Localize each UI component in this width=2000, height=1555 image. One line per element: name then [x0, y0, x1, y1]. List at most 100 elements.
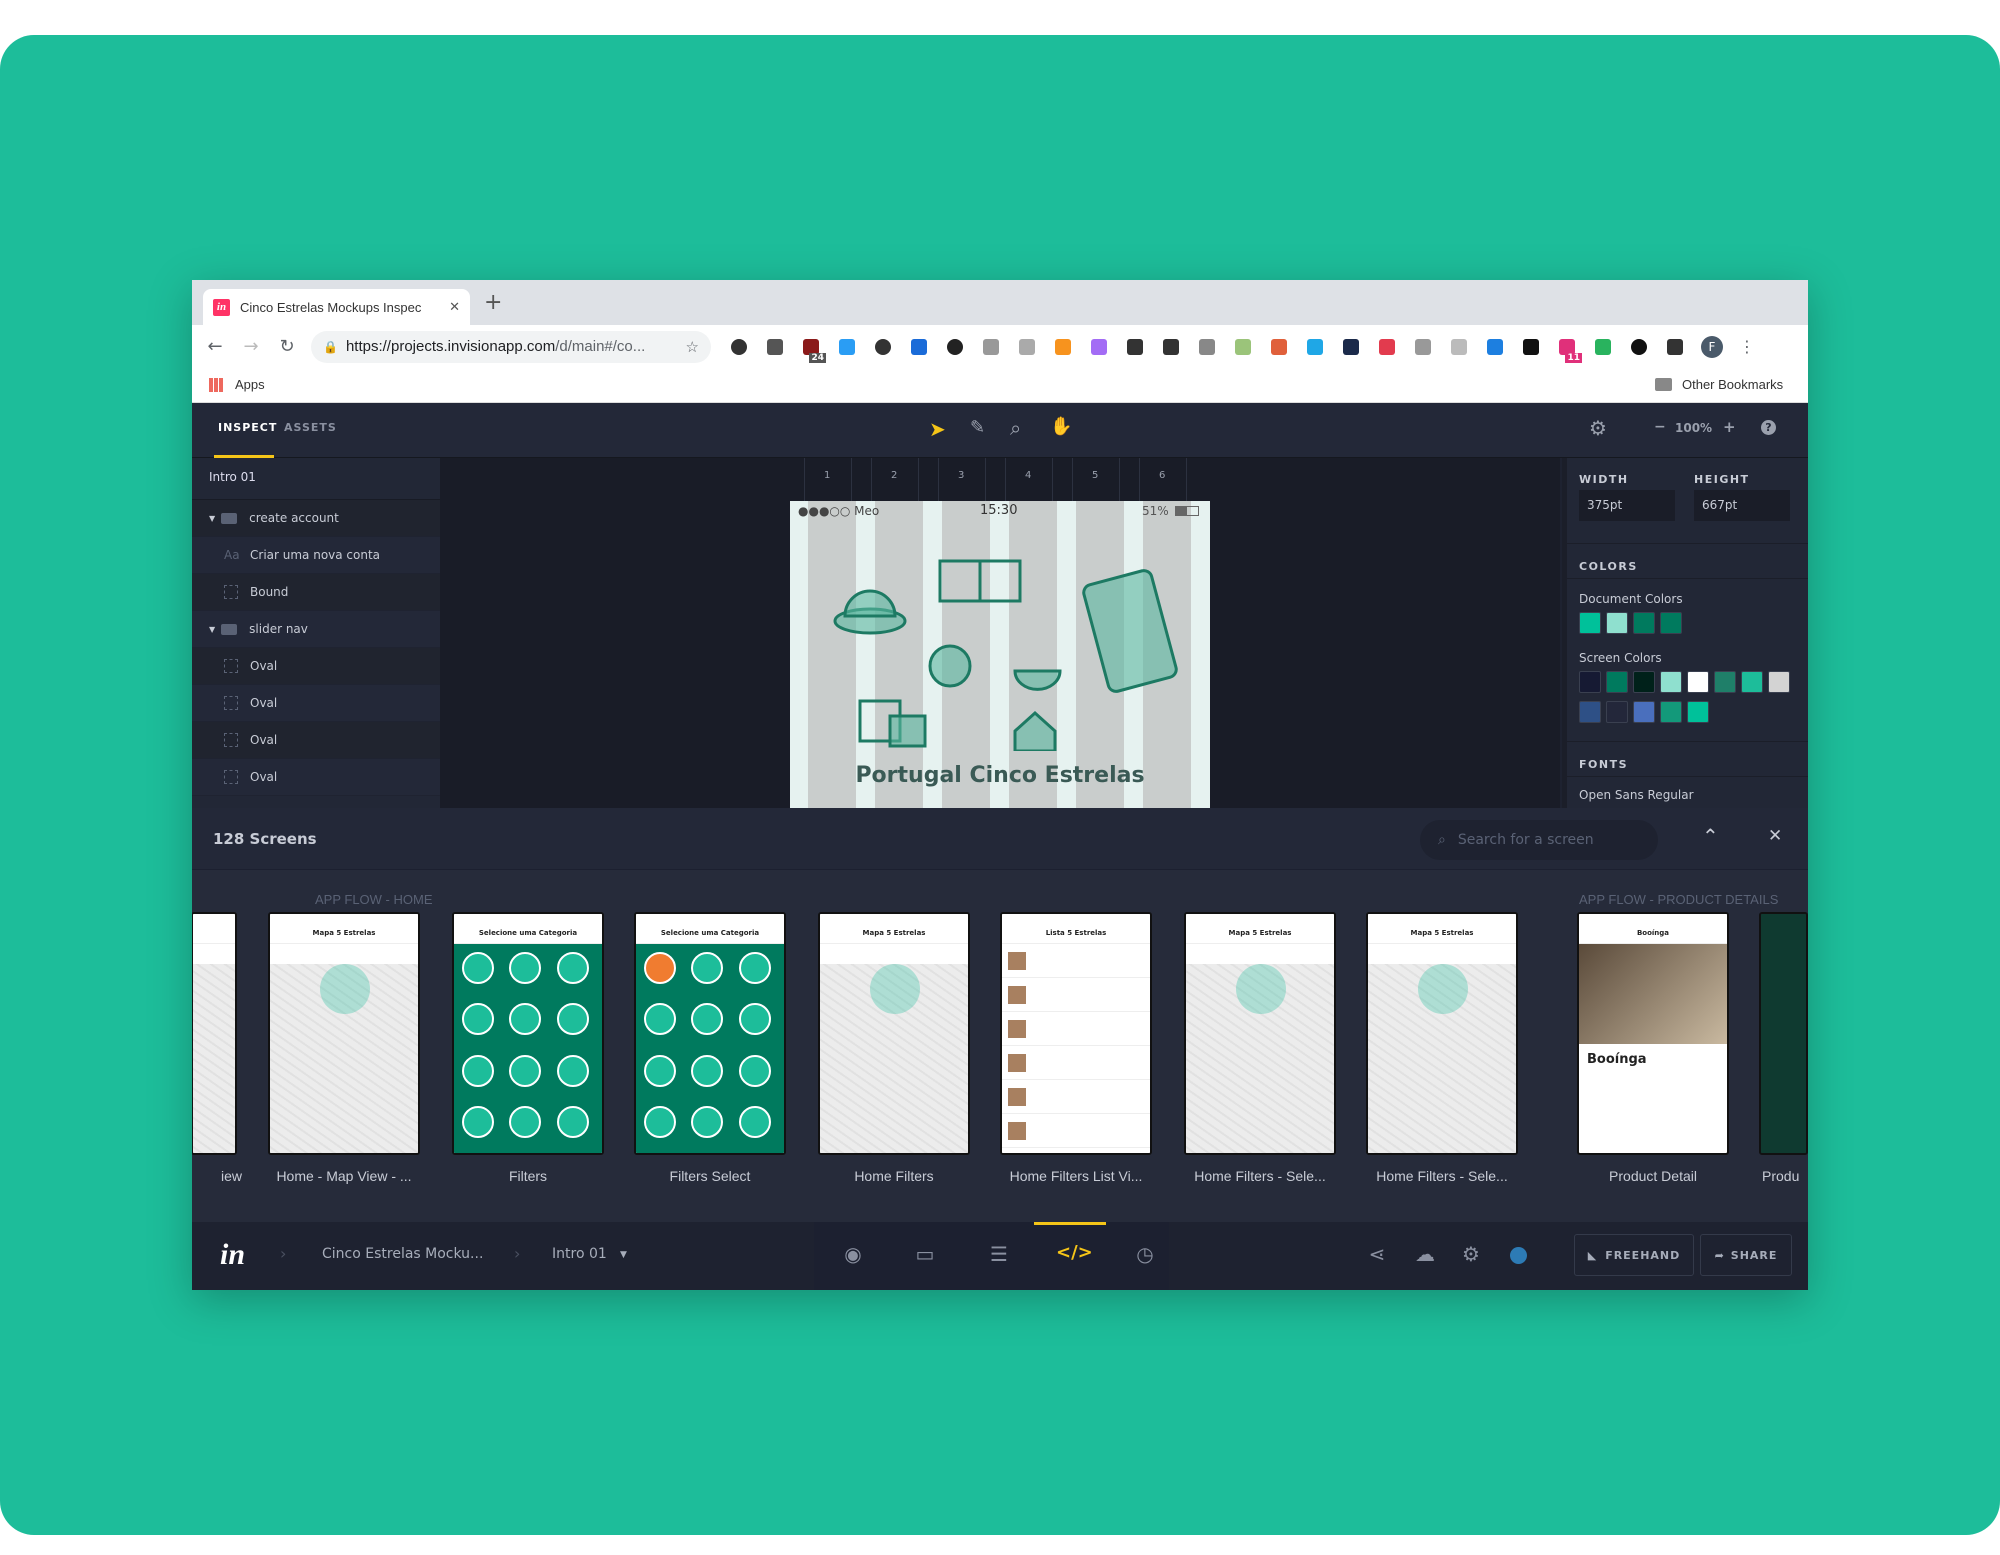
screen-thumbnail[interactable]: Lista 5 Estrelas — [1000, 912, 1152, 1155]
zoom-in-button[interactable]: + — [1723, 418, 1736, 436]
extension-icon[interactable] — [1045, 337, 1081, 357]
chevron-down-icon[interactable]: ▼ — [620, 1250, 627, 1260]
layer-item[interactable]: Oval — [192, 722, 440, 759]
color-swatch[interactable] — [1633, 612, 1655, 634]
reload-icon[interactable]: ↻ — [269, 336, 305, 357]
extension-icon[interactable] — [1153, 337, 1189, 357]
layer-item[interactable]: Aa Criar uma nova conta — [192, 537, 440, 574]
screen-label[interactable]: Home Filters - Sele... — [1170, 1168, 1350, 1184]
artboard-intro[interactable]: ●●●○○ Meo 15:30 51% Portugal Cinco Estre… — [790, 501, 1210, 808]
user-avatar[interactable] — [1510, 1247, 1527, 1264]
settings-icon[interactable]: ⚙ — [1456, 1242, 1486, 1272]
screen-thumbnail[interactable] — [1759, 912, 1808, 1155]
colors-section-header[interactable]: COLORS — [1567, 543, 1808, 579]
caret-down-icon[interactable]: ▼ — [209, 514, 215, 523]
select-tool-icon[interactable]: ➤ — [929, 417, 946, 441]
history-mode-icon[interactable]: ◷ — [1130, 1242, 1160, 1272]
extension-icon[interactable]: 24 — [793, 337, 829, 363]
screen-thumbnail[interactable]: Mapa 5 Estrelas — [1184, 912, 1336, 1155]
collapse-drawer-icon[interactable]: ⌃ — [1702, 824, 1719, 848]
extension-icon[interactable] — [1081, 337, 1117, 357]
font-item[interactable]: Open Sans Regular — [1579, 788, 1694, 802]
bookmark-star-icon[interactable]: ☆ — [686, 338, 699, 356]
screen-label[interactable]: Produ — [1762, 1168, 1808, 1184]
forward-icon[interactable]: → — [233, 336, 269, 357]
extension-icon[interactable] — [1189, 337, 1225, 357]
screen-thumbnail[interactable]: Selecione uma Categoria — [634, 912, 786, 1155]
extension-icon[interactable] — [1477, 337, 1513, 357]
breadcrumb-project[interactable]: Cinco Estrelas Mocku... — [322, 1246, 483, 1262]
fonts-section-header[interactable]: FONTS — [1567, 741, 1808, 777]
extension-icon[interactable] — [1621, 337, 1657, 357]
color-swatch[interactable] — [1687, 701, 1709, 723]
screen-label[interactable]: iew — [192, 1168, 242, 1184]
extension-icon[interactable] — [757, 337, 793, 357]
extension-icon[interactable] — [721, 337, 757, 357]
eyedropper-icon[interactable]: ✎ — [970, 417, 985, 438]
color-swatch[interactable] — [1579, 701, 1601, 723]
extension-icon[interactable] — [1009, 337, 1045, 357]
share-network-icon[interactable]: ⋖ — [1362, 1242, 1392, 1272]
screen-thumbnail[interactable]: Selecione uma Categoria — [452, 912, 604, 1155]
color-swatch[interactable] — [1660, 612, 1682, 634]
color-swatch[interactable] — [1606, 701, 1628, 723]
extension-icon[interactable] — [1585, 337, 1621, 357]
invision-logo[interactable]: in — [220, 1238, 245, 1272]
extension-icon[interactable] — [829, 337, 865, 357]
apps-bookmark[interactable]: Apps — [235, 377, 265, 392]
url-bar[interactable]: 🔒 https://projects.invisionapp.com/d/mai… — [311, 330, 711, 363]
extension-icon[interactable] — [937, 337, 973, 357]
layer-item[interactable]: Oval — [192, 685, 440, 722]
layer-item[interactable]: Bound — [192, 574, 440, 611]
layer-item[interactable]: ▼ create account — [192, 500, 440, 537]
color-swatch[interactable] — [1633, 671, 1655, 693]
caret-down-icon[interactable]: ▼ — [209, 625, 215, 634]
screen-label[interactable]: Home Filters — [804, 1168, 984, 1184]
extension-icon[interactable] — [865, 337, 901, 357]
extension-icon[interactable] — [901, 337, 937, 357]
extension-icon[interactable] — [1225, 337, 1261, 357]
screen-label[interactable]: Product Detail — [1563, 1168, 1743, 1184]
freehand-button[interactable]: ◣ FREEHAND — [1574, 1234, 1694, 1276]
menu-icon[interactable]: ⋮ — [1739, 337, 1755, 356]
close-drawer-icon[interactable]: ✕ — [1768, 826, 1782, 846]
preview-mode-icon[interactable]: ◉ — [838, 1242, 868, 1272]
screen-label[interactable]: Home - Map View - ... — [254, 1168, 434, 1184]
screen-search-input[interactable]: ⌕ Search for a screen — [1420, 820, 1658, 860]
extension-icon[interactable] — [1117, 337, 1153, 357]
color-swatch[interactable] — [1633, 701, 1655, 723]
extension-icon[interactable] — [1333, 337, 1369, 357]
color-swatch[interactable] — [1660, 701, 1682, 723]
screen-thumbnail[interactable]: Mapa 5 Estrelas — [268, 912, 420, 1155]
hand-tool-icon[interactable]: ✋ — [1050, 416, 1072, 437]
extension-icon[interactable] — [1261, 337, 1297, 357]
build-mode-icon[interactable]: ▭ — [910, 1242, 940, 1272]
extension-icon[interactable] — [1405, 337, 1441, 357]
tab-inspect[interactable]: INSPECT — [218, 421, 277, 434]
layer-item[interactable]: ▼ slider nav — [192, 611, 440, 648]
extension-icon[interactable]: 11 — [1549, 337, 1585, 363]
screen-label[interactable]: Filters Select — [620, 1168, 800, 1184]
screen-thumbnail[interactable]: Mapa 5 Estrelas — [818, 912, 970, 1155]
breadcrumb-screen[interactable]: Intro 01 — [552, 1246, 607, 1262]
color-swatch[interactable] — [1579, 612, 1601, 634]
other-bookmarks[interactable]: Other Bookmarks — [1682, 377, 1783, 392]
extension-icon[interactable] — [1513, 337, 1549, 357]
back-icon[interactable]: ← — [197, 336, 233, 357]
tab-assets[interactable]: ASSETS — [284, 421, 337, 434]
zoom-tool-icon[interactable]: ⌕ — [1010, 416, 1021, 440]
color-swatch[interactable] — [1660, 671, 1682, 693]
color-swatch[interactable] — [1768, 671, 1790, 693]
share-button[interactable]: ➦ SHARE — [1700, 1234, 1792, 1276]
color-swatch[interactable] — [1741, 671, 1763, 693]
profile-avatar[interactable]: F — [1701, 335, 1723, 358]
width-field[interactable]: 375pt — [1579, 490, 1675, 521]
layer-item[interactable]: Oval — [192, 759, 440, 796]
zoom-out-button[interactable]: − — [1654, 419, 1666, 435]
color-swatch[interactable] — [1606, 671, 1628, 693]
browser-tab[interactable]: in Cinco Estrelas Mockups Inspec ✕ — [203, 289, 470, 325]
inspect-mode-icon[interactable]: </> — [1056, 1242, 1093, 1272]
color-swatch[interactable] — [1579, 671, 1601, 693]
comment-mode-icon[interactable]: ☰ — [984, 1242, 1014, 1272]
extension-icon[interactable] — [1369, 337, 1405, 357]
